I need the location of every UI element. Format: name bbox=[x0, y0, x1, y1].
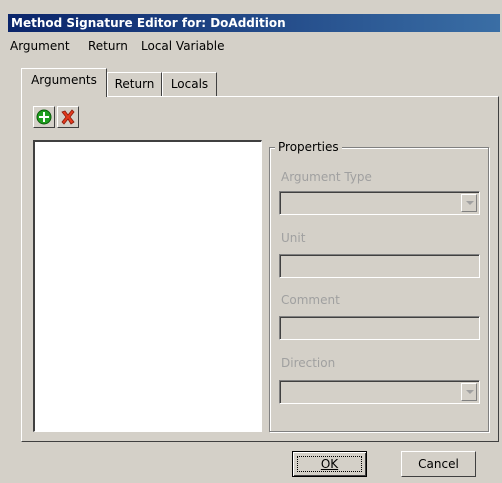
argument-type-label: Argument Type bbox=[281, 170, 372, 184]
argument-type-dropdown[interactable] bbox=[279, 191, 480, 215]
add-argument-button[interactable] bbox=[33, 106, 55, 128]
chevron-down-icon[interactable] bbox=[461, 383, 477, 401]
menu-local-variable[interactable]: Local Variable bbox=[141, 39, 225, 53]
cancel-label: Cancel bbox=[418, 457, 459, 471]
tab-arguments[interactable]: Arguments bbox=[21, 68, 107, 97]
tab-locals[interactable]: Locals bbox=[162, 72, 217, 96]
unit-label: Unit bbox=[281, 231, 306, 245]
comment-field[interactable] bbox=[279, 316, 480, 340]
direction-dropdown[interactable] bbox=[279, 380, 480, 404]
menu-return[interactable]: Return bbox=[88, 39, 128, 53]
properties-legend: Properties bbox=[275, 140, 342, 154]
delete-argument-button[interactable] bbox=[57, 106, 79, 128]
ok-button[interactable]: OK bbox=[292, 451, 367, 477]
menu-argument[interactable]: Argument bbox=[10, 39, 70, 53]
green-plus-icon bbox=[36, 109, 52, 125]
dialog-window: Method Signature Editor for: DoAddition … bbox=[0, 0, 502, 483]
comment-label: Comment bbox=[281, 293, 340, 307]
menubar: Argument Return Local Variable bbox=[8, 36, 500, 56]
focus-rect bbox=[297, 456, 362, 472]
red-x-icon bbox=[61, 109, 75, 125]
chevron-down-icon[interactable] bbox=[461, 194, 477, 212]
cancel-button[interactable]: Cancel bbox=[401, 451, 476, 477]
window-title: Method Signature Editor for: DoAddition bbox=[8, 14, 500, 32]
unit-field[interactable] bbox=[279, 254, 480, 278]
tab-return[interactable]: Return bbox=[107, 72, 162, 96]
arguments-list[interactable] bbox=[33, 140, 262, 432]
direction-label: Direction bbox=[281, 356, 336, 370]
